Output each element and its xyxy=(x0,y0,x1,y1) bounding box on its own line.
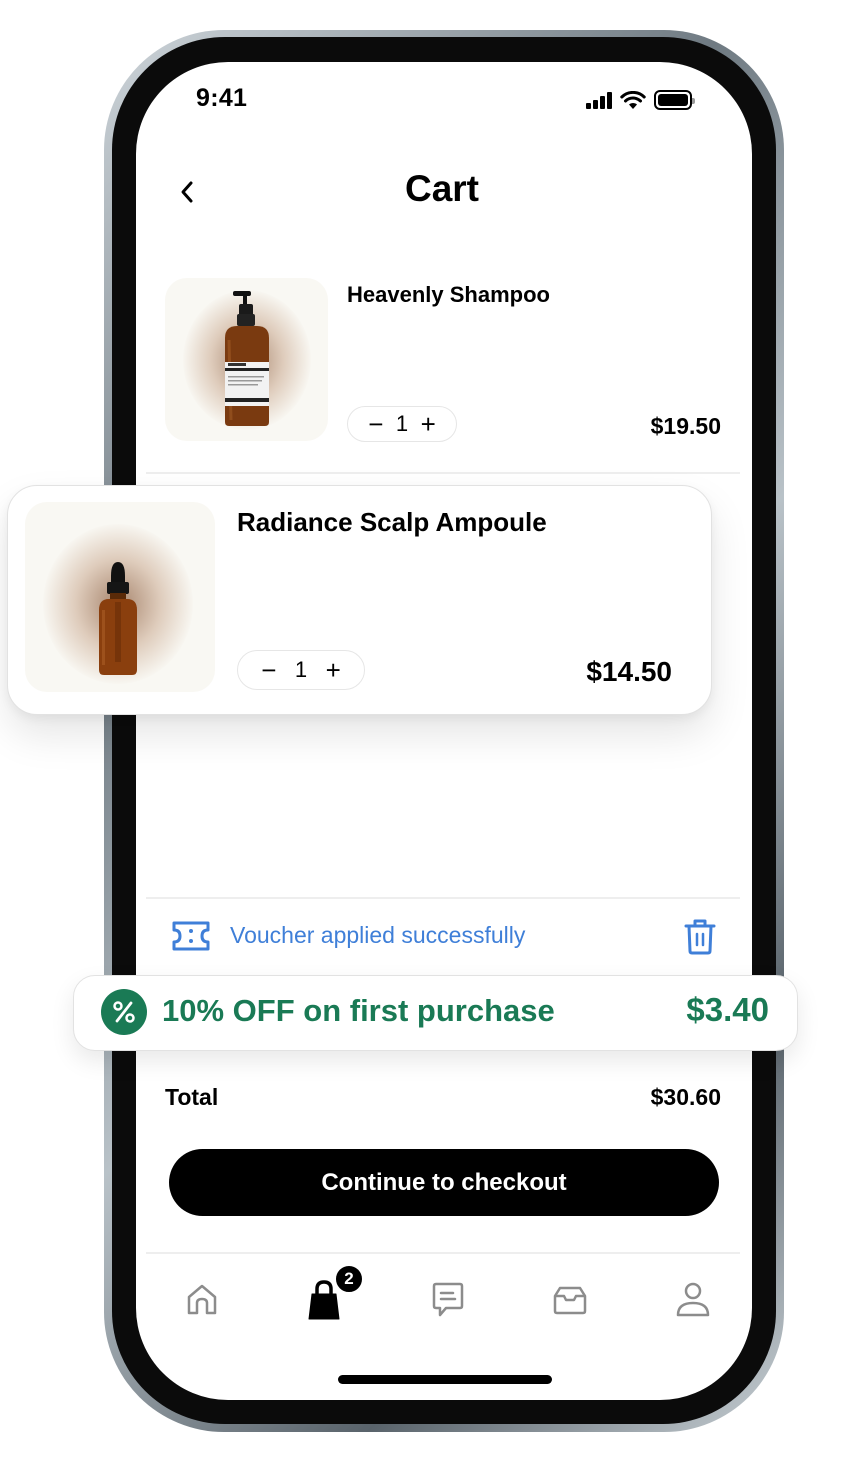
item-price: $14.50 xyxy=(586,656,672,687)
tab-messages[interactable] xyxy=(418,1272,478,1328)
tab-home[interactable] xyxy=(172,1272,232,1328)
ticket-icon xyxy=(172,921,210,951)
product-image[interactable] xyxy=(165,278,328,441)
status-time: 9:41 xyxy=(196,84,248,112)
tab-orders[interactable] xyxy=(540,1272,600,1328)
voucher-status: Voucher applied successfully xyxy=(230,922,526,948)
inbox-icon xyxy=(553,1286,587,1315)
item-name: Heavenly Shampoo xyxy=(347,282,550,307)
product-image[interactable] xyxy=(25,502,215,692)
total-value: $30.60 xyxy=(650,1084,721,1110)
item-price: $19.50 xyxy=(650,413,721,439)
home-icon xyxy=(187,1284,217,1315)
cart-count-badge: 2 xyxy=(334,1264,364,1294)
decrement-button[interactable]: − xyxy=(261,657,276,683)
quantity-value: 1 xyxy=(294,657,308,682)
discount-label: 10% OFF on first purchase xyxy=(162,993,555,1028)
wifi-icon xyxy=(619,90,646,109)
total-label: Total xyxy=(165,1084,219,1110)
checkout-button[interactable]: Continue to checkout xyxy=(169,1149,719,1216)
home-indicator[interactable] xyxy=(338,1375,552,1384)
remove-voucher-button[interactable] xyxy=(684,918,716,961)
user-icon xyxy=(676,1282,710,1317)
page-title: Cart xyxy=(404,168,480,209)
chat-icon xyxy=(432,1282,464,1317)
battery-icon xyxy=(653,90,695,110)
signal-icon xyxy=(586,91,612,109)
status-icons xyxy=(586,90,695,110)
tab-profile[interactable] xyxy=(663,1272,723,1328)
decrement-button[interactable]: − xyxy=(368,411,383,437)
percent-icon xyxy=(113,1001,135,1023)
quantity-stepper: − 1 + xyxy=(237,650,365,690)
item-name: Radiance Scalp Ampoule xyxy=(237,507,547,537)
divider xyxy=(146,1252,740,1254)
increment-button[interactable]: + xyxy=(421,411,436,437)
quantity-value: 1 xyxy=(395,411,409,436)
quantity-stepper: − 1 + xyxy=(347,406,457,442)
discount-badge xyxy=(101,989,147,1035)
shampoo-bottle-icon xyxy=(225,291,269,426)
increment-button[interactable]: + xyxy=(326,657,341,683)
divider xyxy=(146,472,740,474)
divider xyxy=(146,897,740,899)
trash-icon xyxy=(684,919,716,955)
dropper-bottle-icon xyxy=(99,562,137,675)
discount-amount: $3.40 xyxy=(686,991,769,1028)
